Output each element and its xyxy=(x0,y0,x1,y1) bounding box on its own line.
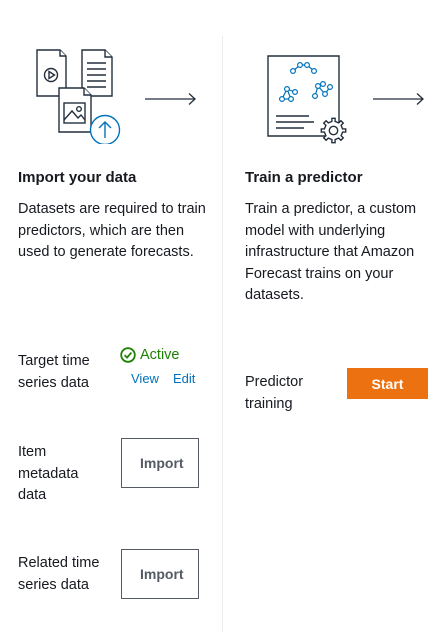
column-divider xyxy=(222,36,223,632)
import-related-time-series-button[interactable]: Import xyxy=(121,549,199,599)
documents-upload-illustration xyxy=(36,49,121,144)
train-step-description: Train a predictor, a custom model with u… xyxy=(245,201,417,303)
import-step-title: Import your data xyxy=(18,169,137,186)
view-link[interactable]: View xyxy=(131,371,159,386)
model-gear-illustration xyxy=(267,55,347,144)
edit-link[interactable]: Edit xyxy=(173,371,195,386)
right-arrow-icon xyxy=(373,93,424,105)
train-step-title: Train a predictor xyxy=(245,169,363,186)
item-metadata-label: Item metadata data xyxy=(18,444,79,503)
start-predictor-training-button[interactable]: Start xyxy=(347,368,428,399)
import-step-description: Datasets are required to train predictor… xyxy=(18,201,206,260)
import-data-step: Import your data Datasets are required t… xyxy=(0,0,222,632)
import-item-metadata-button[interactable]: Import xyxy=(121,438,199,488)
target-status: Active xyxy=(120,347,180,363)
predictor-training-label: Predictor training xyxy=(245,374,304,412)
check-circle-icon xyxy=(120,347,136,363)
related-time-series-label: Related time series data xyxy=(18,555,100,593)
target-time-series-label: Target time series data xyxy=(18,353,90,391)
right-arrow-icon xyxy=(145,93,196,105)
status-text: Active xyxy=(140,347,180,363)
